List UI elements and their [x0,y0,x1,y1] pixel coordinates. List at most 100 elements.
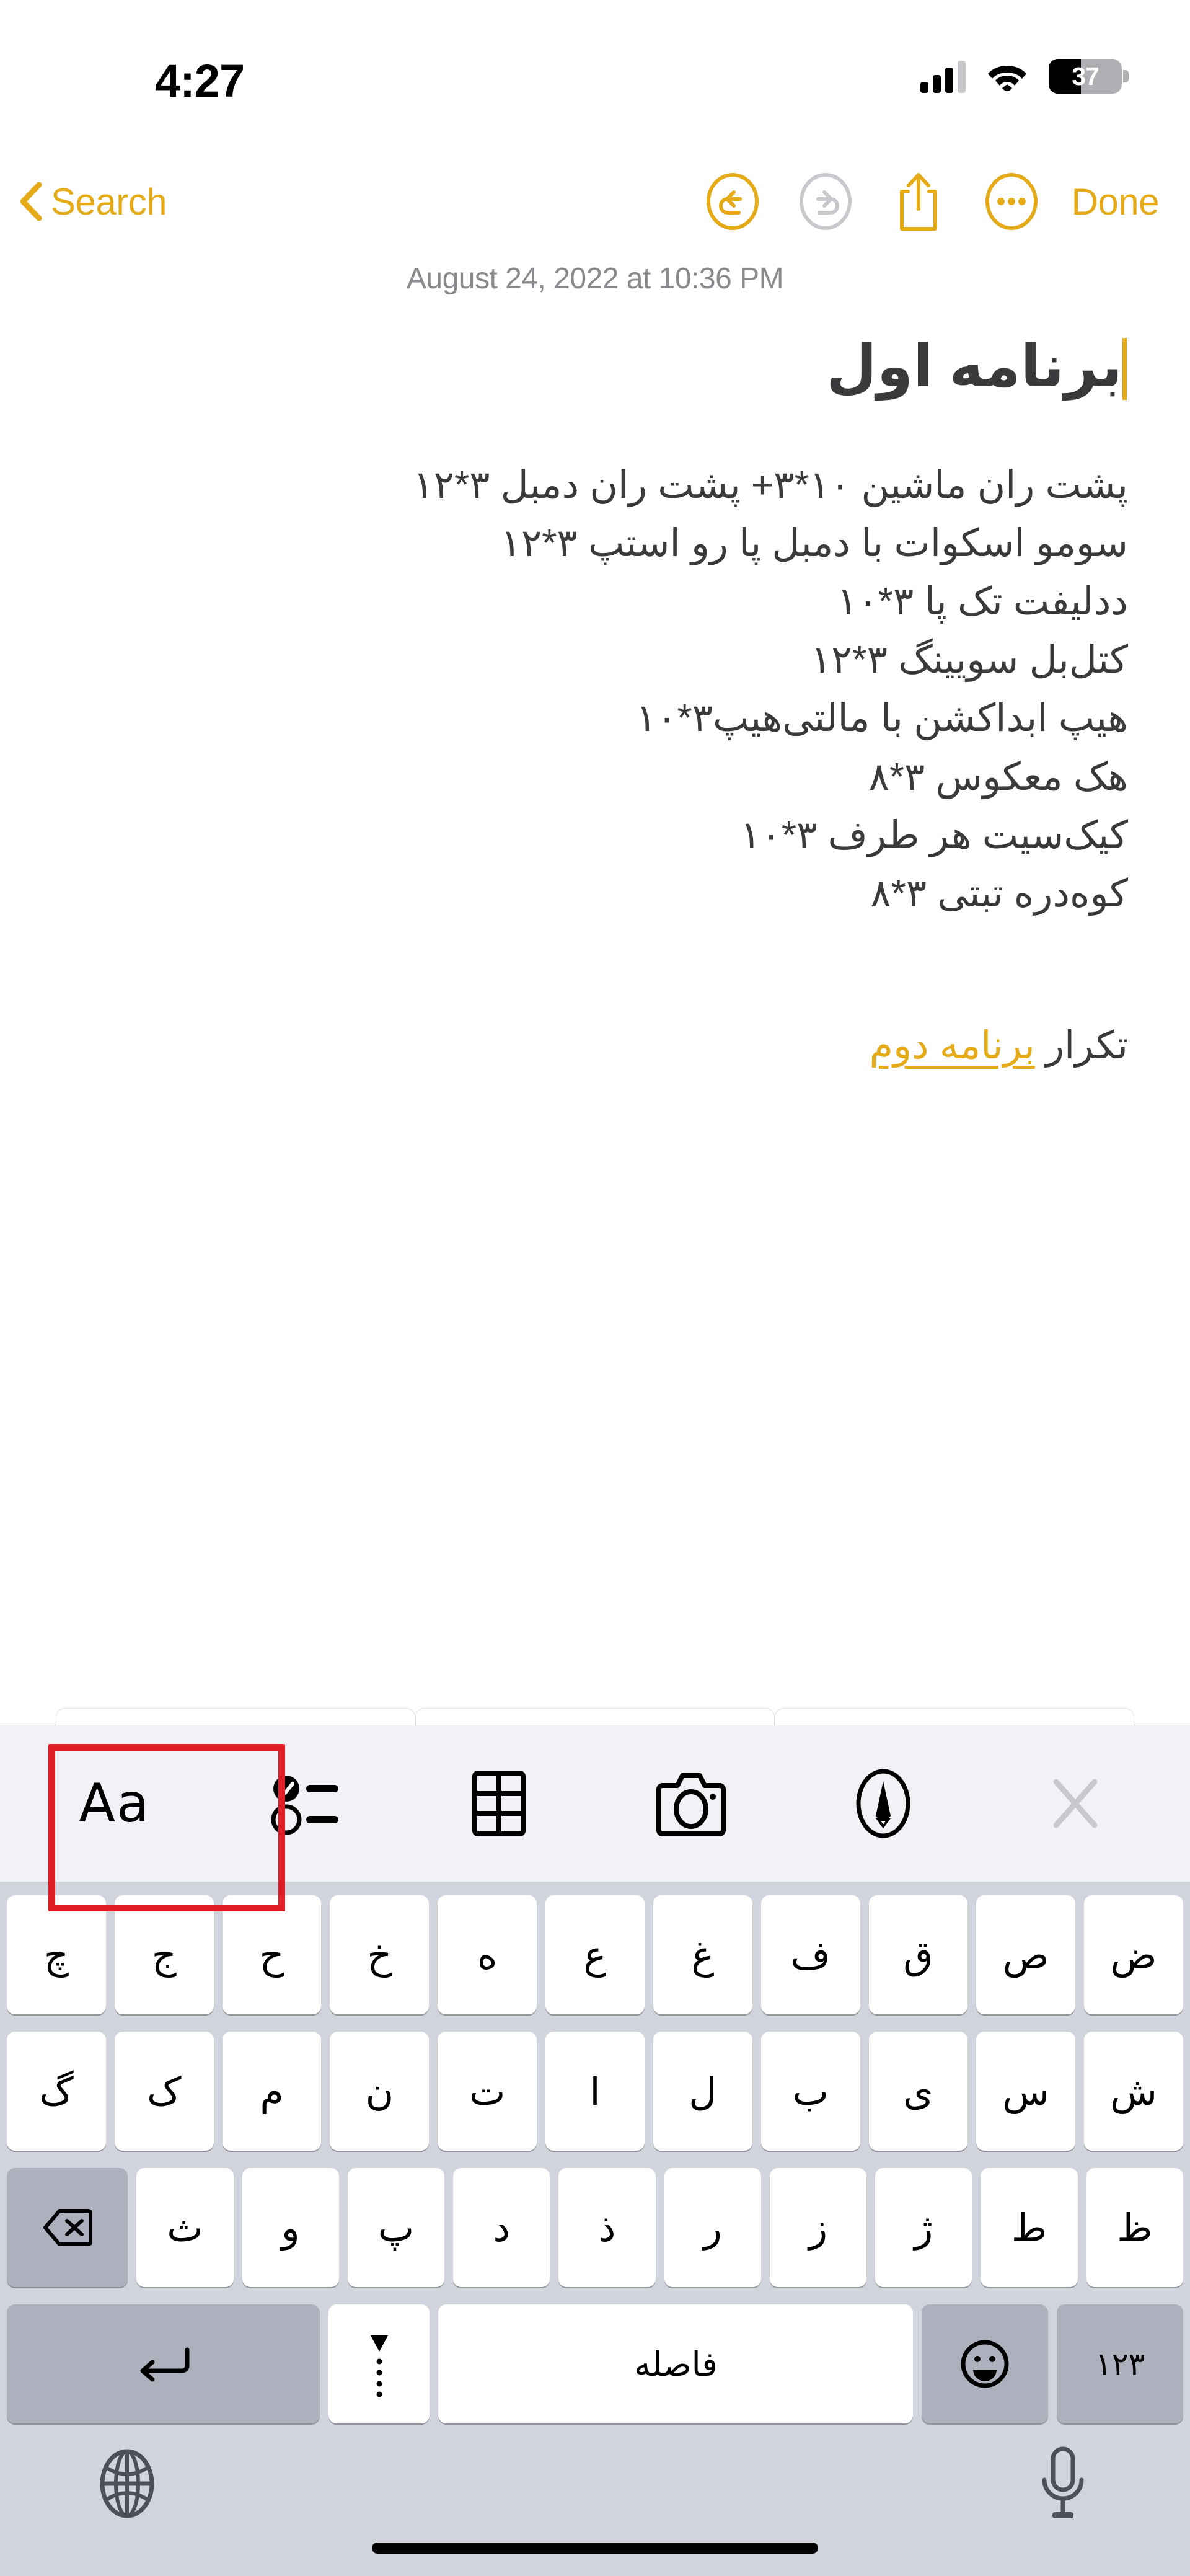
camera-icon [656,1773,726,1836]
key-he[interactable]: ه [438,1895,537,2014]
key-zad[interactable]: ض [1084,1895,1183,2014]
keyboard-row-4: فاصله ۱۲۳ [0,2304,1190,2423]
key-ghain[interactable]: غ [653,1895,752,2014]
toolbar-tab[interactable] [56,1708,415,1725]
key-gaf[interactable]: گ [7,2032,106,2151]
return-key-icon [140,2347,190,2382]
key-kheh[interactable]: خ [330,1895,430,2014]
camera-button[interactable] [632,1748,750,1859]
note-internal-link[interactable]: برنامه دوم [870,1024,1036,1067]
key-te[interactable]: ت [438,2032,537,2151]
key-heh[interactable]: ح [222,1895,322,2014]
zwnj-half-space-key[interactable] [328,2304,430,2423]
key-mim[interactable]: م [222,2032,322,2151]
battery-percent-label: 37 [1072,61,1100,91]
key-vav[interactable]: و [242,2168,339,2287]
backspace-key[interactable] [7,2168,128,2287]
key-feh[interactable]: ف [760,1895,860,2014]
close-keyboard-button[interactable] [1016,1748,1134,1859]
key-lam[interactable]: ل [653,2032,752,2151]
share-icon [899,173,937,231]
redo-button[interactable] [779,164,872,239]
checklist-icon [271,1776,338,1835]
emoji-key[interactable] [922,2304,1049,2423]
note-title-row[interactable]: برنامه اول [62,330,1128,403]
text-format-button[interactable]: Aa [56,1748,174,1859]
key-zhe[interactable]: ژ [875,2168,972,2287]
toolbar-tab-strip [56,1708,1134,1725]
key-be[interactable]: ب [760,2032,860,2151]
note-body-line: پشت ران ماشین ۱۰*۳+ پشت ران دمبل ۳*۱۲ [413,463,1128,507]
toolbar-buttons: Aa [0,1725,1190,1882]
microphone-icon [1042,2446,1084,2518]
note-footer-line: تکرار برنامه دوم [62,1022,1129,1068]
nav-bar-actions: Done [686,164,1165,239]
return-key[interactable] [7,2304,320,2423]
key-cheh[interactable]: چ [7,1895,106,2014]
key-ta[interactable]: ط [981,2168,1078,2287]
undo-button[interactable] [686,164,779,239]
note-date: August 24, 2022 at 10:36 PM [406,262,784,295]
key-qaf[interactable]: ق [868,1895,968,2014]
toolbar-tab[interactable] [415,1708,775,1725]
key-jim[interactable]: ج [114,1895,214,2014]
keyboard-row-1: چ ج ح خ ه ع غ ف ق ص ض [0,1895,1190,2014]
key-pe[interactable]: پ [347,2168,445,2287]
battery-icon: 37 [1049,59,1129,94]
back-to-search-button[interactable]: Search [19,180,167,223]
key-nun[interactable]: ن [330,2032,430,2151]
chevron-left-icon [20,182,42,221]
iphone-screen: 4:27 37 Search Done August 24, 2022 at 1… [0,0,1190,2576]
note-body-line: سومو اسکوات با دمبل پا رو استپ ۳*۱۲ [500,521,1129,565]
status-bar: 4:27 37 [0,0,1190,155]
note-body[interactable]: پشت ران ماشین ۱۰*۳+ پشت ران دمبل ۳*۱۲ سو… [62,456,1128,924]
note-body-line: کیک‌سیت هر طرف ۳*۱۰ [740,813,1128,857]
checklist-button[interactable] [248,1748,366,1859]
note-body-line: هیپ ابداکشن با مالتی‌هیپ۳*۱۰ [635,697,1129,740]
redo-icon [799,173,852,230]
key-sad[interactable]: ص [976,1895,1076,2014]
table-icon [472,1771,526,1836]
status-bar-time: 4:27 [155,55,245,107]
table-button[interactable] [440,1748,558,1859]
note-body-line: کتل‌بل سویینگ ۳*۱۲ [810,639,1129,682]
close-x-icon [1053,1779,1098,1828]
key-re[interactable]: ر [664,2168,761,2287]
status-bar-indicators: 37 [920,59,1129,94]
key-dal[interactable]: د [453,2168,550,2287]
note-footer-prefix: تکرار [1034,1024,1128,1068]
keyboard-row-2: گ ک م ن ت ا ل ب ی س ش [0,2032,1190,2151]
numbers-key[interactable]: ۱۲۳ [1057,2304,1184,2423]
undo-icon [706,173,759,230]
space-key[interactable]: فاصله [438,2304,914,2423]
key-ze[interactable]: ز [769,2168,867,2287]
back-button-label: Search [51,180,167,223]
key-sin[interactable]: س [976,2032,1076,2151]
note-title: برنامه اول [826,334,1123,399]
keyboard-bottom-bar [0,2435,1190,2576]
share-button[interactable] [872,164,965,239]
more-options-button[interactable] [965,164,1058,239]
home-indicator [372,2543,818,2554]
dictation-button[interactable] [1023,2443,1103,2524]
cellular-signal-icon [920,60,966,93]
note-body-line: کوه‌دره تبتی ۳*۸ [870,872,1128,916]
markup-button[interactable] [824,1748,942,1859]
half-space-zwnj-icon [370,2335,388,2397]
note-body-line: ددلیفت تک پا ۳*۱۰ [837,580,1128,623]
note-content-area[interactable]: August 24, 2022 at 10:36 PM برنامه اول پ… [0,248,1190,1725]
note-body-line: هک معکوس ۳*۸ [868,755,1129,799]
more-ellipsis-icon [985,173,1038,230]
key-za[interactable]: ظ [1086,2168,1183,2287]
key-zal[interactable]: ذ [558,2168,656,2287]
done-button[interactable]: Done [1058,180,1165,223]
key-kaf[interactable]: ک [114,2032,214,2151]
key-shin[interactable]: ش [1084,2032,1183,2151]
key-ye[interactable]: ی [868,2032,968,2151]
globe-language-button[interactable] [87,2443,167,2524]
toolbar-tab[interactable] [775,1708,1134,1725]
key-the[interactable]: ث [136,2168,234,2287]
key-alef[interactable]: ا [545,2032,645,2151]
key-ain[interactable]: ع [545,1895,645,2014]
backspace-delete-icon [43,2209,92,2246]
